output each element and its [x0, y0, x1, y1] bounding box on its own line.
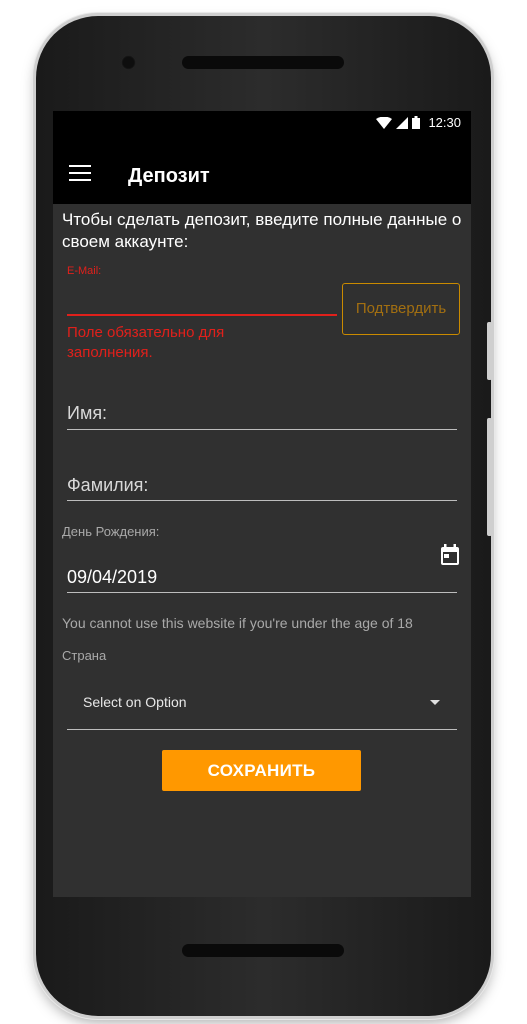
email-error-message: Поле обязательно для заполнения. — [67, 324, 225, 361]
bottom-speaker — [182, 944, 344, 957]
birthday-label: День Рождения: — [62, 524, 160, 539]
email-underline — [67, 314, 337, 316]
intro-text: Чтобы сделать депозит, введите полные да… — [62, 210, 462, 251]
last-name-field[interactable]: Фамилия: — [67, 475, 148, 496]
first-name-field[interactable]: Имя: — [67, 403, 107, 424]
status-time: 12:30 — [428, 115, 461, 130]
signal-icon — [396, 116, 409, 129]
email-field[interactable] — [67, 285, 341, 313]
page-title: Депозит — [128, 165, 210, 187]
birthday-field[interactable]: 09/04/2019 — [67, 567, 157, 588]
status-bar: 12:30 — [53, 111, 471, 137]
country-label: Страна — [62, 648, 107, 663]
top-speaker — [182, 56, 344, 69]
country-select-value: Select on Option — [83, 694, 187, 710]
volume-button — [487, 418, 492, 536]
first-name-underline — [67, 429, 457, 430]
hamburger-menu-icon[interactable] — [69, 165, 91, 181]
status-icons: 12:30 — [376, 115, 461, 130]
wifi-icon — [376, 116, 393, 129]
front-camera — [121, 55, 136, 70]
save-button[interactable]: СОХРАНИТЬ — [162, 750, 361, 791]
dropdown-arrow-icon — [430, 700, 440, 705]
country-select[interactable]: Select on Option — [67, 683, 457, 729]
app-screen: 12:30 Депозит Чтобы сделать депозит, вве… — [53, 111, 471, 897]
birthday-underline — [67, 592, 457, 593]
power-button — [487, 322, 492, 380]
calendar-icon[interactable] — [440, 544, 460, 566]
app-toolbar: Депозит — [53, 137, 471, 204]
last-name-underline — [67, 500, 457, 501]
country-underline — [67, 729, 457, 730]
confirm-button[interactable]: Подтвердить — [342, 283, 460, 335]
age-notice: You cannot use this website if you're un… — [62, 615, 413, 631]
battery-icon — [412, 116, 421, 129]
email-label: E-Mail: — [67, 265, 102, 277]
